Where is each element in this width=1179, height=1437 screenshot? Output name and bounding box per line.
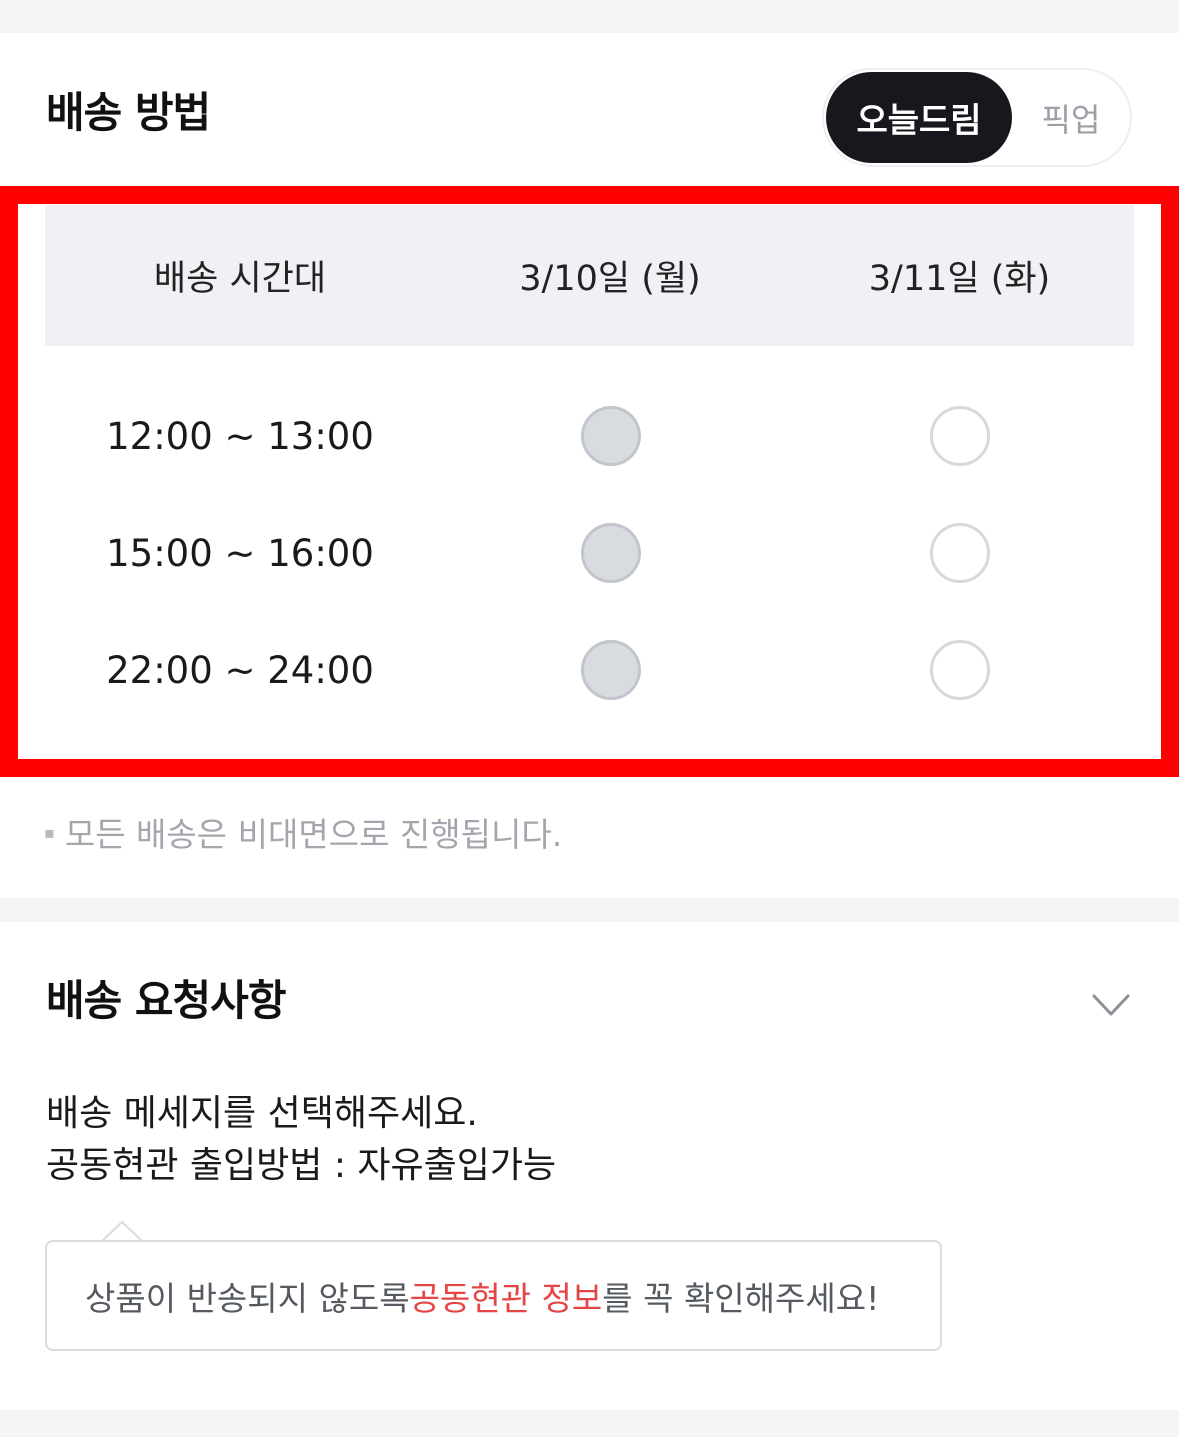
section-divider-bottom [0, 1410, 1179, 1437]
toggle-pickup-button[interactable]: 픽업 [1014, 72, 1128, 163]
delivery-method-toggle[interactable]: 오늘드림 픽업 [822, 68, 1132, 167]
tooltip-text-prefix: 상품이 반송되지 않도록 [85, 1278, 410, 1318]
entrance-info-tooltip: 상품이 반송되지 않도록 공동현관 정보 를 꼭 확인해주세요! [45, 1240, 942, 1351]
section-divider-top [0, 0, 1179, 33]
chevron-down-icon[interactable] [1091, 990, 1131, 1020]
section-divider [0, 898, 1179, 922]
delivery-request-title: 배송 요청사항 [46, 976, 286, 1025]
delivery-message-placeholder[interactable]: 배송 메세지를 선택해주세요. [46, 1088, 556, 1140]
entrance-access-method: 공동현관 출입방법 : 자유출입가능 [46, 1145, 557, 1186]
delivery-request-selector[interactable]: 배송 메세지를 선택해주세요. 공동현관 출입방법 : 자유출입가능 [46, 1088, 556, 1192]
delivery-notice: ▪ 모든 배송은 비대면으로 진행됩니다. [44, 808, 562, 856]
tooltip-pointer [102, 1220, 142, 1242]
bullet-icon: ▪ [44, 822, 55, 842]
tooltip-text-suffix: 를 꼭 확인해주세요! [602, 1278, 880, 1318]
highlight-outline [0, 186, 1179, 777]
notice-text: 모든 배송은 비대면으로 진행됩니다. [64, 815, 563, 854]
delivery-method-title: 배송 방법 [46, 88, 211, 137]
toggle-today-dream-button[interactable]: 오늘드림 [826, 72, 1012, 163]
tooltip-emphasis: 공동현관 정보 [409, 1278, 603, 1318]
